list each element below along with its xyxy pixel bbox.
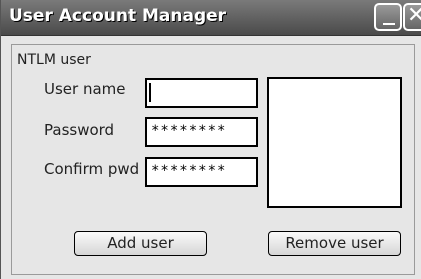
window-title: User Account Manager (9, 6, 227, 26)
password-field[interactable]: ******** (145, 117, 258, 147)
user-account-manager-window: User Account Manager ✕ NTLM user User na… (0, 0, 421, 279)
minimize-button[interactable] (374, 3, 402, 31)
text-cursor (149, 83, 151, 102)
add-user-button[interactable]: Add user (74, 231, 207, 256)
confirm-password-field[interactable]: ******** (145, 157, 258, 187)
close-icon: ✕ (407, 3, 421, 28)
password-label: Password (44, 121, 115, 139)
username-label: User name (44, 80, 126, 98)
title-bar: User Account Manager ✕ (1, 0, 421, 36)
minimize-icon (383, 23, 395, 25)
confirm-password-label: Confirm pwd (44, 160, 140, 178)
username-field[interactable] (145, 78, 258, 108)
ntlm-user-group-label: NTLM user (17, 52, 91, 68)
close-button[interactable]: ✕ (403, 3, 421, 31)
users-list[interactable] (267, 77, 402, 208)
remove-user-button[interactable]: Remove user (268, 231, 401, 256)
